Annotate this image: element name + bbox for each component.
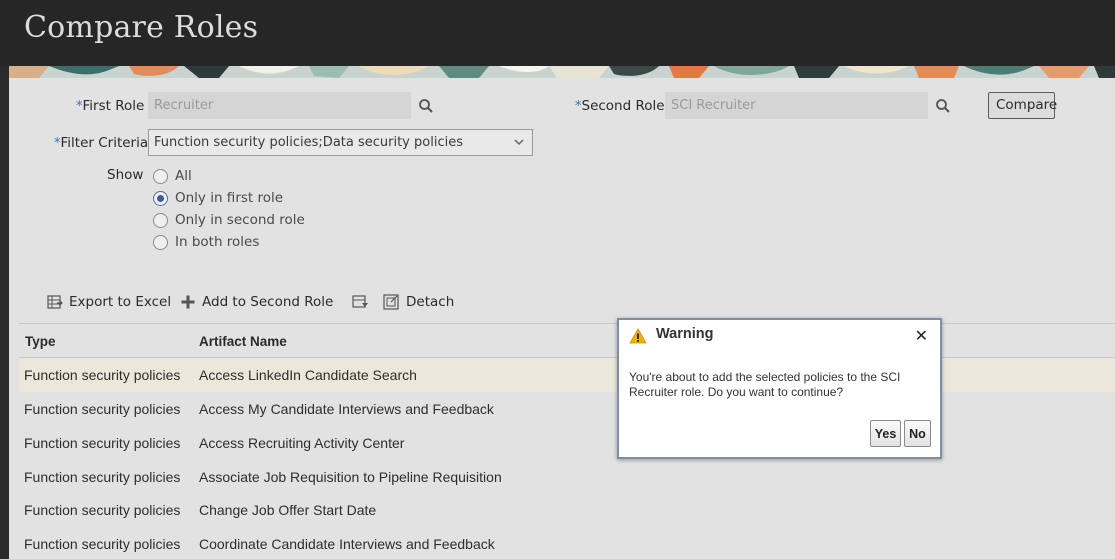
radio-option-only-second[interactable]: Only in second role bbox=[153, 212, 305, 228]
filter-columns-icon bbox=[352, 295, 368, 308]
radio-option-only-first[interactable]: Only in first role bbox=[153, 190, 283, 206]
table-row[interactable]: Function security policies Coordinate Ca… bbox=[19, 527, 1115, 559]
warning-dialog: Warning ✕ You're about to add the select… bbox=[617, 318, 942, 459]
radio-button[interactable] bbox=[153, 168, 168, 184]
radio-button-selected[interactable] bbox=[153, 190, 168, 206]
table-row[interactable]: Function security policies Change Job Of… bbox=[19, 493, 1115, 527]
yes-button[interactable]: Yes bbox=[870, 420, 901, 447]
left-edge bbox=[0, 66, 9, 559]
second-role-field[interactable]: SCI Recruiter bbox=[665, 92, 928, 119]
filter-criteria-select[interactable]: Function security policies;Data security… bbox=[148, 129, 533, 156]
table-header: Type Artifact Name bbox=[19, 323, 1115, 358]
cell-artifact-name: Change Job Offer Start Date bbox=[199, 502, 377, 518]
column-header-type[interactable]: Type bbox=[25, 334, 56, 349]
export-excel-icon bbox=[47, 295, 63, 309]
page-header: Compare Roles bbox=[0, 0, 1115, 66]
warning-icon bbox=[629, 328, 647, 344]
show-label: Show bbox=[107, 167, 144, 183]
close-icon[interactable]: ✕ bbox=[915, 328, 928, 344]
second-role-label: *Second Role bbox=[575, 98, 665, 114]
policies-table: Type Artifact Name Function security pol… bbox=[19, 323, 1115, 559]
search-icon[interactable] bbox=[418, 98, 434, 114]
first-role-label: *First Role bbox=[76, 98, 145, 114]
cell-type: Function security policies bbox=[24, 435, 181, 451]
column-header-artifact-name[interactable]: Artifact Name bbox=[199, 334, 287, 349]
page-title: Compare Roles bbox=[24, 10, 259, 45]
view-menu-button[interactable] bbox=[352, 294, 376, 310]
cell-type: Function security policies bbox=[24, 367, 181, 383]
decorative-banner bbox=[9, 66, 1115, 78]
dialog-title: Warning bbox=[656, 326, 714, 342]
cell-artifact-name: Access LinkedIn Candidate Search bbox=[199, 367, 417, 383]
cell-type: Function security policies bbox=[24, 401, 181, 417]
search-icon[interactable] bbox=[935, 98, 951, 114]
radio-option-both[interactable]: In both roles bbox=[153, 234, 259, 250]
plus-icon bbox=[181, 295, 195, 309]
table-row[interactable]: Function security policies Associate Job… bbox=[19, 460, 1115, 494]
compare-button[interactable]: Compare bbox=[988, 92, 1057, 119]
chevron-down-icon bbox=[514, 139, 524, 146]
table-row[interactable]: Function security policies Access Linked… bbox=[19, 358, 1115, 392]
cell-artifact-name: Access My Candidate Interviews and Feedb… bbox=[199, 401, 494, 417]
add-to-second-role-button[interactable]: Add to Second Role bbox=[180, 294, 333, 310]
cell-type: Function security policies bbox=[24, 502, 181, 518]
cell-artifact-name: Access Recruiting Activity Center bbox=[199, 435, 405, 451]
filter-criteria-label: *Filter Criteria bbox=[54, 135, 149, 151]
cell-artifact-name: Coordinate Candidate Interviews and Feed… bbox=[199, 536, 495, 552]
radio-option-all[interactable]: All bbox=[153, 168, 192, 184]
compare-roles-panel: *First Role Recruiter *Second Role SCI R… bbox=[9, 78, 1115, 559]
export-to-excel-button[interactable]: Export to Excel bbox=[47, 294, 171, 310]
detach-button[interactable]: Detach bbox=[383, 294, 454, 310]
table-row[interactable]: Function security policies Access Recrui… bbox=[19, 426, 1115, 460]
table-row[interactable]: Function security policies Access My Can… bbox=[19, 392, 1115, 426]
cell-artifact-name: Associate Job Requisition to Pipeline Re… bbox=[199, 469, 502, 485]
no-button[interactable]: No bbox=[904, 420, 931, 447]
dialog-message: You're about to add the selected policie… bbox=[629, 370, 901, 399]
radio-button[interactable] bbox=[153, 212, 168, 228]
first-role-field[interactable]: Recruiter bbox=[148, 92, 411, 119]
detach-icon bbox=[383, 294, 399, 310]
cell-type: Function security policies bbox=[24, 536, 181, 552]
cell-type: Function security policies bbox=[24, 469, 181, 485]
radio-button[interactable] bbox=[153, 234, 168, 250]
